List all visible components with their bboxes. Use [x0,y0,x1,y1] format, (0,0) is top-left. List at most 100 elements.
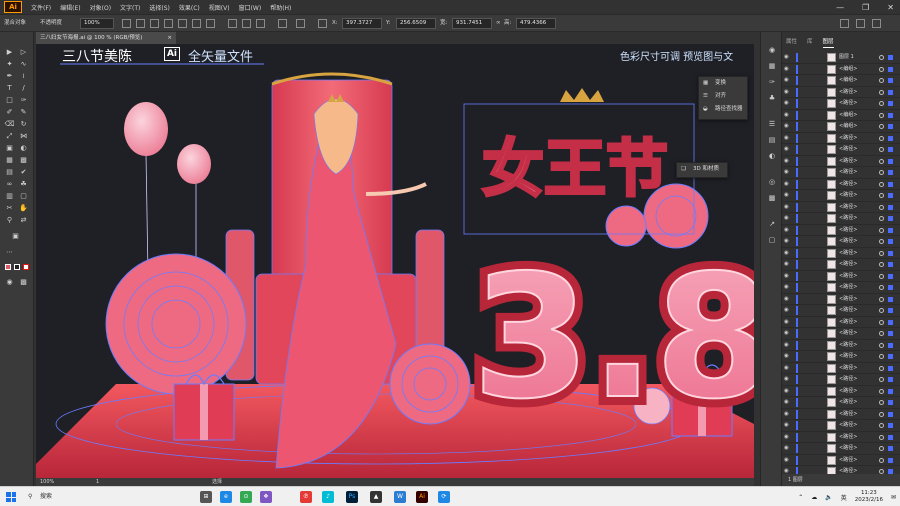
task-view-icon[interactable]: ⊞ [200,491,212,503]
direct-selection-tool-icon[interactable]: ▷ [18,48,29,57]
target-circle-icon[interactable] [879,423,884,428]
layer-row[interactable]: ◉ <路径> [782,87,900,98]
layer-row[interactable]: ◉ <路径> [782,225,900,236]
selection-indicator[interactable] [888,89,893,95]
layer-row[interactable]: ◉ <路径> [782,328,900,340]
layer-name[interactable]: <路径> [839,340,857,351]
target-circle-icon[interactable] [879,285,884,290]
appearance-icon[interactable]: ◎ [767,178,777,186]
chrome-icon[interactable]: ⊙ [240,491,252,503]
selection-indicator[interactable] [888,158,893,164]
menu-edit[interactable]: 编辑(E) [60,3,80,12]
selection-indicator[interactable] [888,331,893,336]
selection-indicator[interactable] [888,342,893,348]
visibility-eye-icon[interactable]: ◉ [784,317,789,328]
selection-indicator[interactable] [888,250,893,256]
target-circle-icon[interactable] [879,170,884,175]
layer-name[interactable]: <编组> [839,75,857,86]
layer-row[interactable]: ◉ <路径> [782,317,900,328]
clock[interactable]: 11:23 2023/2/16 [855,490,883,504]
taskbar-search[interactable]: ⚲ 搜索 [24,491,114,503]
selection-indicator[interactable] [888,170,893,175]
visibility-eye-icon[interactable]: ◉ [784,98,789,109]
shape-builder-icon[interactable]: ◐ [18,144,29,153]
target-circle-icon[interactable] [879,377,884,382]
reference-point-icon[interactable] [296,19,305,28]
target-circle-icon[interactable] [879,181,884,187]
layer-name[interactable]: <路径> [839,213,857,224]
selection-indicator[interactable] [888,135,893,141]
visibility-eye-icon[interactable]: ◉ [784,374,789,385]
layer-row[interactable]: ◉ <路径> [782,374,900,386]
pencil-tool-icon[interactable]: ✎ [18,108,29,117]
target-circle-icon[interactable] [879,216,884,221]
stroke-swatch[interactable] [14,264,20,270]
width-field[interactable]: 931.7451 [452,18,492,29]
layer-row[interactable]: ◉ <路径> [782,363,900,374]
visibility-eye-icon[interactable]: ◉ [784,236,789,247]
align-middle-icon[interactable] [192,19,201,28]
layer-name[interactable]: <路径> [839,167,857,178]
target-circle-icon[interactable] [879,319,884,325]
align-right-icon[interactable] [164,19,173,28]
distribute-v-icon[interactable] [256,19,265,28]
align-left-icon[interactable] [136,19,145,28]
target-circle-icon[interactable] [879,250,884,256]
selection-indicator[interactable] [888,388,893,394]
visibility-eye-icon[interactable]: ◉ [784,282,789,293]
visibility-eye-icon[interactable]: ◉ [784,167,789,178]
target-circle-icon[interactable] [879,147,884,152]
transform-icon[interactable] [278,19,287,28]
visibility-eye-icon[interactable]: ◉ [784,455,789,466]
selection-indicator[interactable] [888,101,893,106]
sync-icon[interactable]: ⟳ [438,491,450,503]
target-circle-icon[interactable] [879,135,884,141]
target-circle-icon[interactable] [879,78,884,83]
layer-name[interactable]: <路径> [839,351,857,362]
target-circle-icon[interactable] [879,388,884,394]
layer-name[interactable]: <路径> [839,409,857,420]
layer-name[interactable]: <路径> [839,190,857,201]
layer-name[interactable]: <路径> [839,455,857,466]
layer-name[interactable]: <路径> [839,133,857,144]
share-icon[interactable] [872,19,881,28]
target-circle-icon[interactable] [879,308,884,313]
stroke-icon[interactable]: ☰ [767,120,777,128]
layer-name[interactable]: <路径> [839,328,857,339]
visibility-eye-icon[interactable]: ◉ [784,328,789,339]
swap-colors-icon[interactable]: ⇄ [18,216,29,225]
layer-row[interactable]: ◉ <路径> [782,397,900,409]
layer-name[interactable]: <路径> [839,236,857,247]
target-circle-icon[interactable] [879,204,884,210]
edge-icon[interactable]: e [220,491,232,503]
swatches-icon[interactable]: ▦ [767,62,777,70]
layer-row[interactable]: ◉ <路径> [782,305,900,317]
selection-indicator[interactable] [888,193,893,198]
layer-row[interactable]: ◉ <路径> [782,179,900,190]
layer-row[interactable]: ◉ <路径> [782,259,900,271]
reference-grid-icon[interactable] [318,19,327,28]
panel-item-pathfinder[interactable]: ◒ 路径查找器 [699,103,747,116]
slice-tool-icon[interactable]: ✂ [4,204,15,213]
layer-name[interactable]: <路径> [839,98,857,109]
artboards-icon[interactable]: ▢ [767,236,777,244]
layer-name[interactable]: <路径> [839,386,857,397]
visibility-eye-icon[interactable]: ◉ [784,305,789,316]
draw-mode-icon[interactable]: ◉ [4,278,15,287]
target-circle-icon[interactable] [879,365,884,371]
layer-row[interactable]: ◉ <路径> [782,144,900,156]
menu-window[interactable]: 窗口(W) [239,3,262,12]
visibility-eye-icon[interactable]: ◉ [784,259,789,270]
visibility-eye-icon[interactable]: ◉ [784,64,789,75]
target-circle-icon[interactable] [879,55,884,60]
visibility-eye-icon[interactable]: ◉ [784,133,789,144]
mesh-tool-icon[interactable]: ▩ [18,156,29,165]
pinterest-icon[interactable]: ℗ [300,491,312,503]
selection-indicator[interactable] [888,78,893,83]
tab-libraries[interactable]: 库 [807,36,813,48]
layer-row[interactable]: ◉ <路径> [782,282,900,294]
target-circle-icon[interactable] [879,124,884,129]
export-icon[interactable]: ↗ [767,220,777,228]
layer-row[interactable]: ◉ <路径> [782,213,900,225]
selection-indicator[interactable] [888,181,893,187]
